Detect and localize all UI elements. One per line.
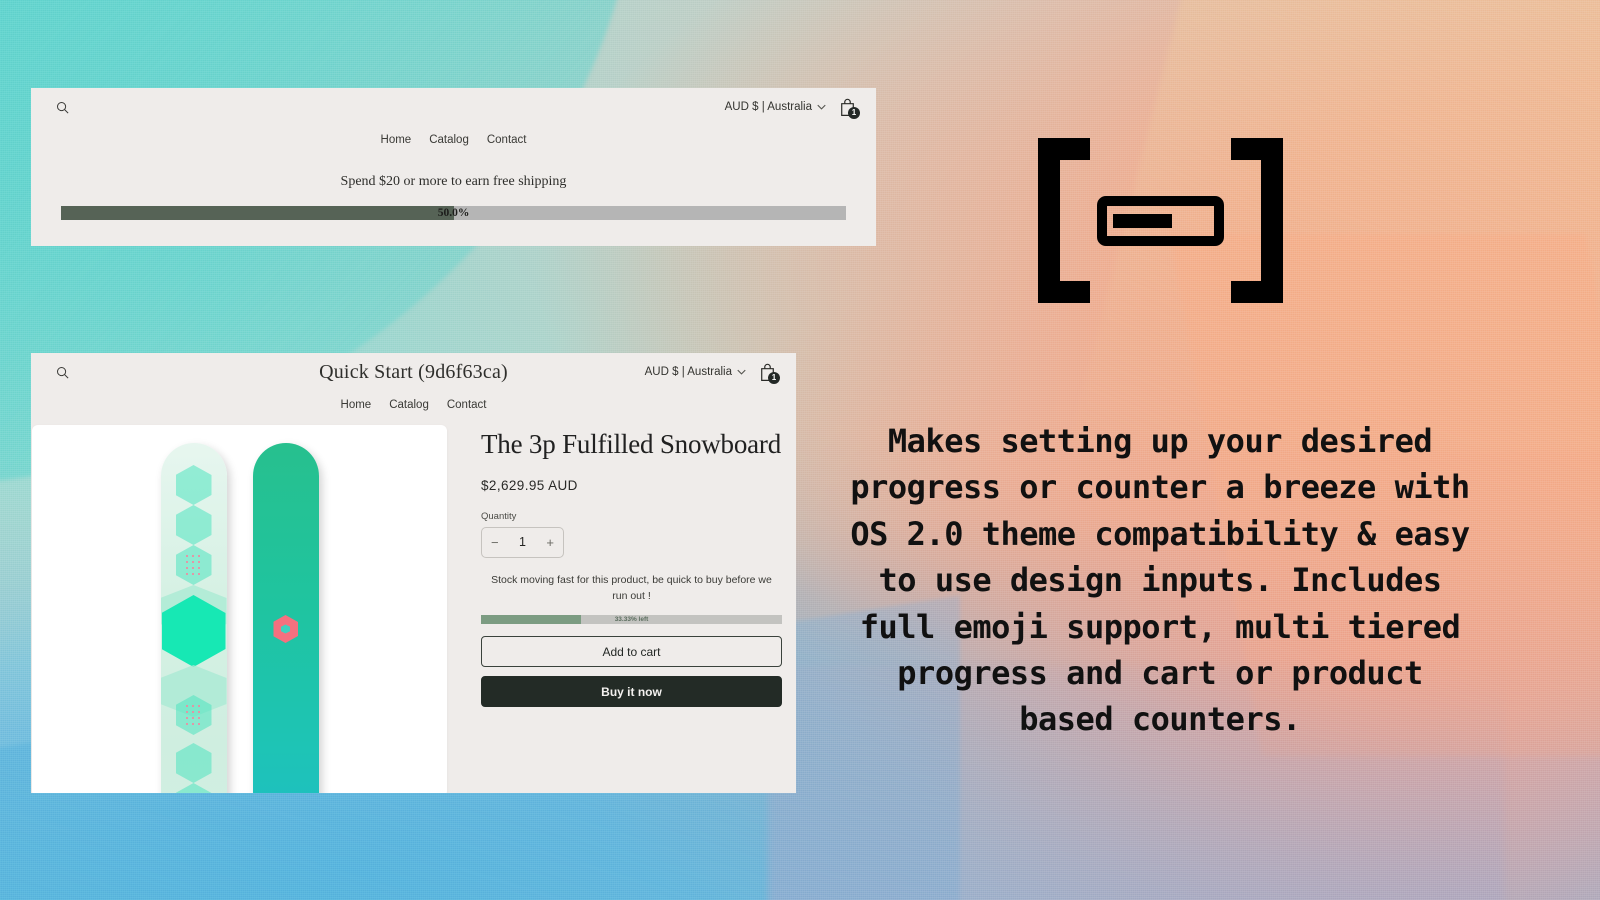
product-price: $2,629.95 AUD — [481, 477, 578, 493]
snowboard-dark — [252, 443, 319, 793]
nav-item-contact[interactable]: Contact — [447, 399, 487, 411]
bracketed-progress-bar-logo — [1038, 138, 1283, 303]
product-shop-nav: Home Catalog Contact — [31, 391, 796, 411]
free-shipping-progress-label: 50.0% — [437, 207, 470, 219]
nav-item-home[interactable]: Home — [341, 399, 372, 411]
storefront-header-preview-panel: AUD $ | Australia 1 Home Catalog Contact… — [31, 88, 876, 246]
quantity-value[interactable]: 1 — [519, 535, 526, 549]
chevron-down-icon — [737, 367, 746, 377]
chevron-down-icon — [817, 102, 826, 112]
cart-count-badge: 1 — [768, 372, 780, 384]
nav-item-catalog[interactable]: Catalog — [389, 399, 429, 411]
free-shipping-message: Spend $20 or more to earn free shipping — [340, 174, 567, 189]
search-icon[interactable] — [49, 94, 75, 120]
add-to-cart-button[interactable]: Add to cart — [481, 636, 782, 668]
product-header-right-cluster: AUD $ | Australia 1 — [645, 360, 780, 384]
search-icon[interactable] — [49, 359, 75, 385]
logo-progress-bar-icon — [1097, 195, 1224, 246]
buy-it-now-button[interactable]: Buy it now — [481, 676, 782, 708]
stock-progress-bar: 33.33% left — [481, 615, 782, 625]
product-layout: The 3p Fulfilled Snowboard $2,629.95 AUD… — [31, 411, 796, 793]
nav-item-contact[interactable]: Contact — [487, 134, 527, 146]
product-page-preview-panel: Quick Start (9d6f63ca) AUD $ | Australia… — [31, 353, 796, 793]
product-shop-header-bar: Quick Start (9d6f63ca) AUD $ | Australia… — [31, 353, 796, 391]
nav-item-home[interactable]: Home — [381, 134, 412, 146]
left-bracket-icon — [1038, 138, 1090, 303]
currency-label: AUD $ | Australia — [724, 101, 812, 113]
right-bracket-icon — [1231, 138, 1283, 303]
stock-progress-label: 33.33% left — [614, 616, 649, 624]
snowboard-light — [160, 443, 227, 793]
logo-progress-bar-fill — [1113, 213, 1172, 228]
currency-label: AUD $ | Australia — [644, 366, 732, 378]
free-shipping-progress-bar: 50.0% — [61, 206, 846, 220]
quantity-increase-button[interactable]: + — [546, 535, 554, 550]
quantity-stepper[interactable]: − 1 + — [481, 526, 564, 558]
cart-count-badge: 1 — [848, 107, 860, 119]
stock-urgency-message: Stock moving fast for this product, be q… — [491, 573, 772, 603]
cart-button[interactable]: 1 — [756, 360, 780, 384]
shop-header-bar: AUD $ | Australia 1 — [31, 88, 876, 126]
quantity-decrease-button[interactable]: − — [491, 535, 499, 550]
quantity-label: Quantity — [481, 510, 517, 522]
free-shipping-progress-block: Spend $20 or more to earn free shipping … — [31, 174, 876, 220]
marketing-blurb: Makes setting up your desired progress o… — [850, 422, 1470, 739]
cart-button[interactable]: 1 — [836, 95, 860, 119]
shop-nav: Home Catalog Contact — [31, 126, 876, 146]
product-details: The 3p Fulfilled Snowboard $2,629.95 AUD… — [447, 425, 796, 783]
nav-item-catalog[interactable]: Catalog — [429, 134, 469, 146]
product-image[interactable] — [32, 425, 447, 793]
product-title: The 3p Fulfilled Snowboard — [481, 429, 782, 459]
currency-selector[interactable]: AUD $ | Australia — [725, 101, 826, 113]
currency-selector[interactable]: AUD $ | Australia — [645, 366, 746, 378]
header-right-cluster: AUD $ | Australia 1 — [725, 95, 860, 119]
snowboard-pair-image — [32, 443, 447, 793]
